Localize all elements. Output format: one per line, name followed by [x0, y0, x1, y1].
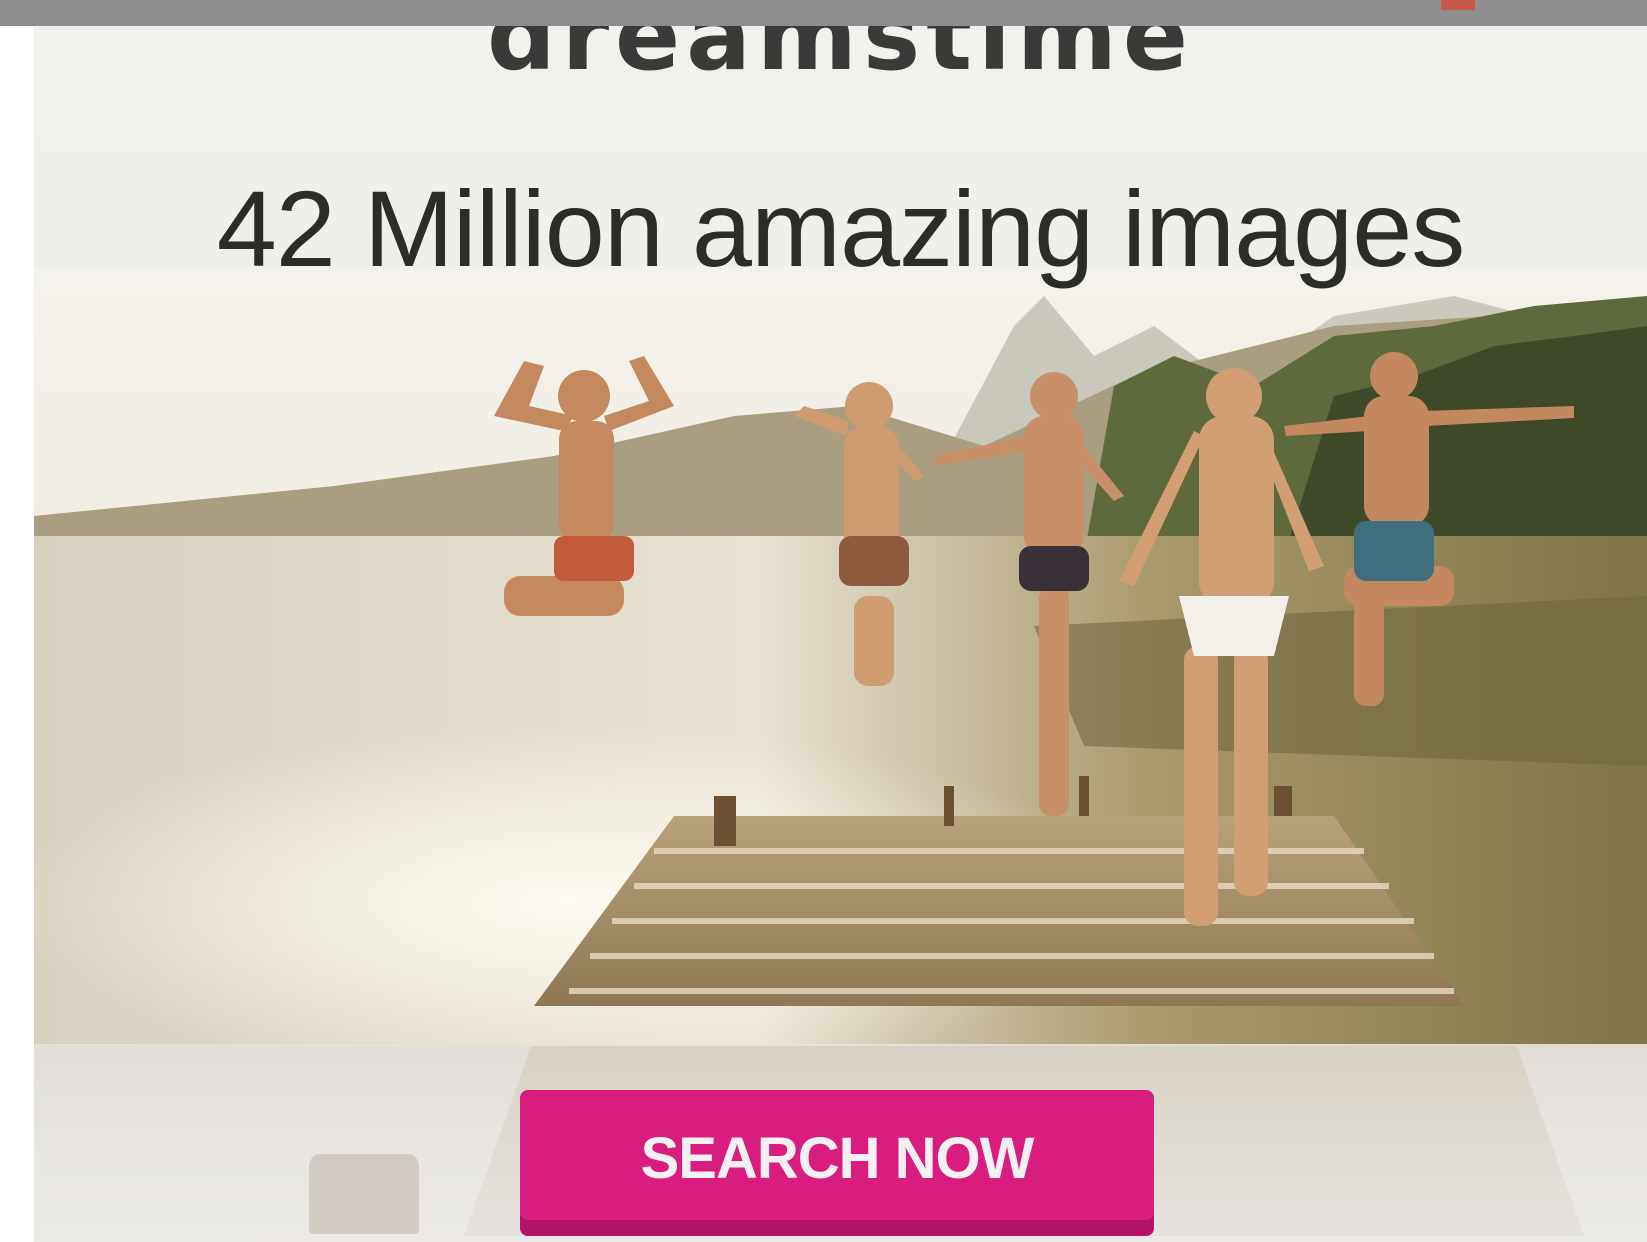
- search-now-button[interactable]: SEARCH NOW: [520, 1090, 1154, 1236]
- ad-headline: 42 Million amazing images: [216, 168, 1466, 289]
- browser-tab-indicator: [1441, 0, 1475, 10]
- brand-logo: dreamstime: [486, 26, 1195, 92]
- browser-top-bar: [0, 0, 1647, 26]
- jumping-friends-illustration: [34, 266, 1647, 1046]
- dreamstime-ad-banner[interactable]: dreamstime 42 Million amazing images SEA…: [34, 26, 1647, 1242]
- lake-dock-photo: [34, 266, 1647, 1046]
- dock-post-reflection: [309, 1154, 419, 1234]
